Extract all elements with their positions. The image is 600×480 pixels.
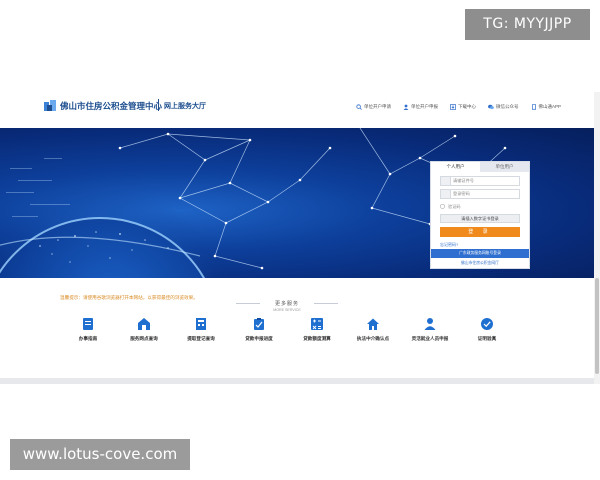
tab-unit-user[interactable]: 单位用户 xyxy=(480,162,529,172)
top-link-label: 单位开户申报 xyxy=(411,104,438,109)
loan-progress-icon xyxy=(254,318,264,330)
house-icon xyxy=(367,318,379,330)
guangdong-gov-login-button[interactable]: 广东政务服务网账号登录 xyxy=(431,249,529,258)
section-subtitle-text: MORE SERVICE xyxy=(273,308,301,312)
service-label: 执法中介确认点 xyxy=(356,336,390,341)
app-icon xyxy=(531,104,536,110)
service-hall-title: 网上服务大厅 xyxy=(164,102,206,110)
service-withdraw-query[interactable]: 提取登记查询 xyxy=(171,317,231,342)
certificate-login-button[interactable]: 请插入数字证书登录 xyxy=(440,214,520,223)
top-link-label: 单位开户申请 xyxy=(364,104,391,109)
tab-personal-user[interactable]: 个人用户 xyxy=(431,162,480,172)
password-placeholder: 登录密码 xyxy=(453,191,470,196)
browser-notice: 温馨提示：请使用谷歌浏览器打开本网站，以获得最佳的浏览效果。 xyxy=(60,295,198,300)
watermark-top-right: TG: MYYJJPP xyxy=(465,9,590,40)
scrollbar-thumb[interactable] xyxy=(595,278,599,374)
withdraw-icon xyxy=(196,318,206,330)
service-label: 提取登记查询 xyxy=(187,336,215,341)
service-loan-progress[interactable]: 贷款申报进度 xyxy=(229,317,289,342)
section-title-text: 更多服务 xyxy=(274,301,299,307)
id-number-placeholder: 请输证件号 xyxy=(453,178,474,183)
top-link-unit-open-declare[interactable]: 单位开户申报 xyxy=(403,102,438,112)
service-grid: 办事指南 服务网点查询 提取登记查询 贷款申报进度 贷款额度测算 执法中介确认点… xyxy=(0,317,600,347)
section-title: 更多服务 MORE SERVICE xyxy=(256,300,318,312)
site-header: 佛山市住房公积金管理中心 网上服务大厅 单位开户申请 单位开户申报 下载中心 微… xyxy=(0,92,600,128)
login-form: 请输证件号 登录密码 验证码 请插入数字证书登录 登 录 忘记密码? xyxy=(431,172,529,248)
password-input[interactable]: 登录密码 xyxy=(440,189,520,199)
service-label: 灵活就业人员申报 xyxy=(411,336,449,341)
service-flexible-employment[interactable]: 灵活就业人员申报 xyxy=(400,317,460,342)
service-outlet-query[interactable]: 服务网点查询 xyxy=(114,317,174,342)
verify-icon xyxy=(481,318,493,330)
top-link-download[interactable]: 下载中心 xyxy=(450,102,476,112)
watermark-bottom-left: www.lotus-cove.com xyxy=(10,439,190,470)
top-link-label: 下载中心 xyxy=(458,104,476,109)
guide-icon xyxy=(83,318,93,330)
lock-icon xyxy=(441,190,451,198)
download-icon xyxy=(450,104,456,110)
top-link-bar: 单位开户申请 单位开户申报 下载中心 微信公众号 佛山通APP xyxy=(356,102,561,112)
login-button[interactable]: 登 录 xyxy=(440,227,520,237)
top-link-unit-open-apply[interactable]: 单位开户申请 xyxy=(356,102,391,112)
captcha-input[interactable]: 验证码 xyxy=(440,202,520,211)
service-label: 贷款申报进度 xyxy=(245,336,273,341)
search-icon xyxy=(356,104,362,110)
captcha-placeholder: 验证码 xyxy=(448,203,461,209)
captured-page: 佛山市住房公积金管理中心 网上服务大厅 单位开户申请 单位开户申报 下载中心 微… xyxy=(0,92,600,384)
person-icon xyxy=(424,318,436,330)
housing-fund-logo-icon xyxy=(44,100,56,111)
page-footer-strip xyxy=(0,378,594,384)
service-guide[interactable]: 办事指南 xyxy=(58,317,118,342)
forgot-password-link[interactable]: 忘记密码? xyxy=(440,242,520,248)
service-label: 贷款额度测算 xyxy=(303,336,331,341)
title-divider xyxy=(158,99,159,111)
service-loan-calculator[interactable]: 贷款额度测算 xyxy=(287,317,347,342)
service-label: 服务网点查询 xyxy=(130,336,158,341)
service-label: 证明验真 xyxy=(477,336,497,341)
top-link-wechat[interactable]: 微信公众号 xyxy=(488,102,519,112)
user-field-icon xyxy=(441,177,451,185)
service-agency-confirm[interactable]: 执法中介确认点 xyxy=(343,317,403,342)
top-link-label: 微信公众号 xyxy=(496,104,519,109)
online-hall-link[interactable]: 佛山市住房公积金网厅 xyxy=(431,259,529,268)
shield-icon xyxy=(440,204,445,209)
login-tabs: 个人用户 单位用户 xyxy=(431,162,529,172)
section-divider-right xyxy=(314,303,338,304)
top-link-app[interactable]: 佛山通APP xyxy=(531,102,562,112)
user-icon xyxy=(403,104,409,110)
service-verify[interactable]: 证明验真 xyxy=(457,317,517,342)
wechat-icon xyxy=(488,104,494,110)
login-panel: 个人用户 单位用户 请输证件号 登录密码 验证码 请插入数字证书登录 登 录 忘… xyxy=(430,161,530,269)
top-link-label: 佛山通APP xyxy=(538,104,562,109)
service-label: 办事指南 xyxy=(78,336,98,341)
site-title[interactable]: 佛山市住房公积金管理中心 xyxy=(60,100,162,112)
outlet-icon xyxy=(138,318,150,330)
calculator-icon xyxy=(311,318,323,330)
id-number-input[interactable]: 请输证件号 xyxy=(440,176,520,186)
